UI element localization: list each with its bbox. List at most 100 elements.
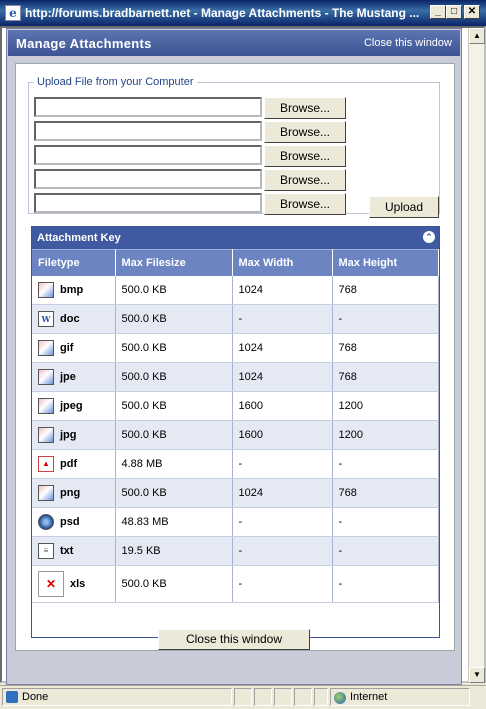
max-width-cell: 1024 xyxy=(232,333,333,363)
table-row: gif 500.0 KB 1024 768 xyxy=(32,333,439,363)
image-icon xyxy=(38,369,54,385)
max-height-cell: - xyxy=(332,304,439,334)
word-doc-icon: W xyxy=(38,311,54,327)
text-file-icon: ≡ xyxy=(38,543,54,559)
collapse-icon[interactable]: ⌃ xyxy=(423,231,435,243)
browse-button-4[interactable]: Browse... xyxy=(264,169,346,191)
upload-button[interactable]: Upload xyxy=(369,196,439,218)
upload-legend: Upload File from your Computer xyxy=(37,76,194,88)
max-width-cell: - xyxy=(232,449,333,479)
max-width-cell: 1024 xyxy=(232,275,333,305)
max-filesize-cell: 500.0 KB xyxy=(115,362,233,392)
filetype-label: jpg xyxy=(60,429,77,441)
status-pane xyxy=(234,688,252,706)
browse-button-2[interactable]: Browse... xyxy=(264,121,346,143)
status-text: Done xyxy=(22,691,49,703)
filetype-label: pdf xyxy=(60,458,78,470)
scroll-down-icon[interactable]: ▼ xyxy=(469,667,485,683)
max-height-cell: 768 xyxy=(332,362,439,392)
column-header-max-width: Max Width xyxy=(232,249,333,276)
dialog-title: Manage Attachments xyxy=(16,36,152,51)
max-width-cell: - xyxy=(232,304,333,334)
maximize-button[interactable]: □ xyxy=(446,5,462,19)
table-row: ▲ pdf 4.88 MB - - xyxy=(32,449,439,479)
max-filesize-cell: 500.0 KB xyxy=(115,391,233,421)
column-header-max-height: Max Height xyxy=(332,249,439,276)
max-width-cell: - xyxy=(232,565,333,603)
image-icon xyxy=(38,398,54,414)
attachment-key-table: Filetype Max Filesize Max Width Max Heig… xyxy=(32,249,439,603)
file-input-2[interactable] xyxy=(34,121,262,141)
file-input-5[interactable] xyxy=(34,193,262,213)
attachment-key-panel: Attachment Key ⌃ Filetype Max Filesize M… xyxy=(31,226,440,638)
max-width-cell: 1024 xyxy=(232,362,333,392)
max-height-cell: 768 xyxy=(332,275,439,305)
image-icon xyxy=(38,340,54,356)
attachment-key-title: Attachment Key xyxy=(37,232,121,244)
table-row: ≡ txt 19.5 KB - - xyxy=(32,536,439,566)
table-row: jpg 500.0 KB 1600 1200 xyxy=(32,420,439,450)
filetype-label: jpe xyxy=(60,371,76,383)
image-icon xyxy=(38,485,54,501)
status-pane xyxy=(294,688,312,706)
window-title: http://forums.bradbarnett.net - Manage A… xyxy=(25,6,420,20)
file-row: Browse... xyxy=(34,97,364,119)
browse-button-1[interactable]: Browse... xyxy=(264,97,346,119)
zone-text: Internet xyxy=(350,691,388,703)
ie-icon: e xyxy=(5,5,21,21)
max-height-cell: - xyxy=(332,449,439,479)
file-row: Browse... xyxy=(34,121,364,143)
max-height-cell: 768 xyxy=(332,478,439,508)
max-width-cell: 1024 xyxy=(232,478,333,508)
manage-attachments-dialog: Manage Attachments Close this window Upl… xyxy=(6,28,462,685)
file-row: Browse... xyxy=(34,145,364,167)
max-filesize-cell: 500.0 KB xyxy=(115,420,233,450)
max-filesize-cell: 500.0 KB xyxy=(115,275,233,305)
pdf-icon: ▲ xyxy=(38,456,54,472)
minimize-button[interactable]: _ xyxy=(430,5,446,19)
window-titlebar: e http://forums.bradbarnett.net - Manage… xyxy=(0,0,486,26)
table-row: Wdoc 500.0 KB - - xyxy=(32,304,439,334)
status-pane xyxy=(274,688,292,706)
image-icon xyxy=(38,281,54,298)
table-row: ✕ xls 500.0 KB - - xyxy=(32,565,439,603)
file-input-1[interactable] xyxy=(34,97,262,117)
filetype-label: png xyxy=(60,487,81,499)
close-window-link[interactable]: Close this window xyxy=(364,37,452,49)
max-height-cell: 1200 xyxy=(332,420,439,450)
column-header-filetype: Filetype xyxy=(32,249,116,276)
close-window-button[interactable]: Close this window xyxy=(158,629,310,650)
max-height-cell: 768 xyxy=(332,333,439,363)
filetype-label: gif xyxy=(60,342,74,354)
page-icon xyxy=(6,691,18,703)
max-width-cell: 1600 xyxy=(232,391,333,421)
filetype-label: doc xyxy=(60,313,80,325)
upload-fieldset: Upload File from your Computer Browse...… xyxy=(28,76,440,218)
table-row: jpe 500.0 KB 1024 768 xyxy=(32,362,439,392)
max-filesize-cell: 19.5 KB xyxy=(115,536,233,566)
table-row: bmp 500.0 KB 1024 768 xyxy=(32,275,439,305)
max-width-cell: 1600 xyxy=(232,420,333,450)
file-input-3[interactable] xyxy=(34,145,262,165)
scroll-up-icon[interactable]: ▲ xyxy=(469,28,485,44)
filetype-label: psd xyxy=(60,516,80,528)
filetype-label: bmp xyxy=(60,283,84,296)
max-filesize-cell: 48.83 MB xyxy=(115,507,233,537)
max-height-cell: - xyxy=(332,507,439,537)
max-filesize-cell: 4.88 MB xyxy=(115,449,233,479)
attachment-key-header: Attachment Key ⌃ xyxy=(32,227,439,249)
table-row: png 500.0 KB 1024 768 xyxy=(32,478,439,508)
max-filesize-cell: 500.0 KB xyxy=(115,304,233,334)
max-filesize-cell: 500.0 KB xyxy=(115,333,233,363)
max-filesize-cell: 500.0 KB xyxy=(115,565,233,603)
close-window-button[interactable]: ✕ xyxy=(464,5,480,19)
status-pane xyxy=(254,688,272,706)
vertical-scrollbar[interactable]: ▲ ▼ xyxy=(468,28,485,683)
statusbar: Done Internet xyxy=(0,685,486,709)
max-height-cell: - xyxy=(332,565,439,603)
column-header-max-filesize: Max Filesize xyxy=(115,249,233,276)
browse-button-3[interactable]: Browse... xyxy=(264,145,346,167)
file-input-4[interactable] xyxy=(34,169,262,189)
browse-button-5[interactable]: Browse... xyxy=(264,193,346,215)
max-width-cell: - xyxy=(232,507,333,537)
